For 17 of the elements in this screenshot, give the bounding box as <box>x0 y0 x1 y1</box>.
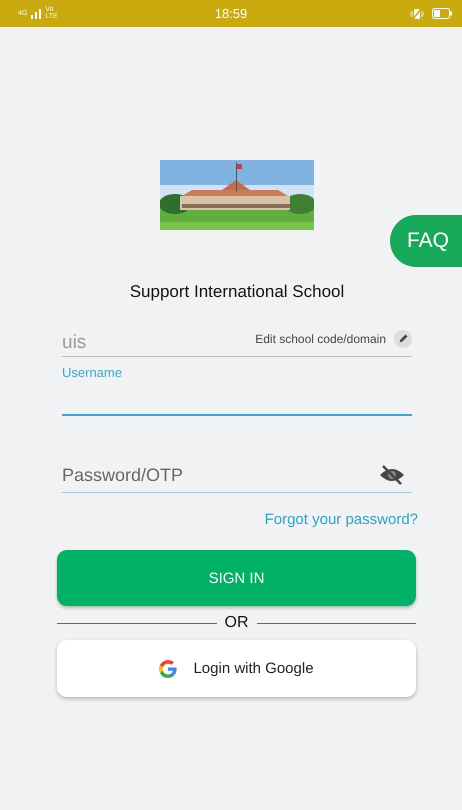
edit-school-code-link[interactable]: Edit school code/domain <box>255 332 386 346</box>
username-label: Username <box>62 365 123 380</box>
school-code-field[interactable]: uis <box>62 332 86 354</box>
school-name: Support International School <box>128 282 346 302</box>
password-field[interactable]: Password/OTP <box>62 464 378 486</box>
google-login-button[interactable]: Login with Google <box>57 640 416 697</box>
vibrate-icon <box>410 8 424 20</box>
forgot-password-link[interactable]: Forgot your password? <box>264 511 418 528</box>
sign-in-button[interactable]: SIGN IN <box>57 550 416 606</box>
pencil-icon[interactable] <box>394 330 412 348</box>
battery-icon <box>432 8 452 19</box>
google-icon <box>159 660 178 678</box>
signal-icon <box>31 8 42 18</box>
or-divider-label: OR <box>224 614 248 632</box>
eye-off-icon[interactable] <box>378 464 406 486</box>
faq-button[interactable]: FAQ <box>390 215 462 267</box>
clock: 18:59 <box>214 6 248 21</box>
